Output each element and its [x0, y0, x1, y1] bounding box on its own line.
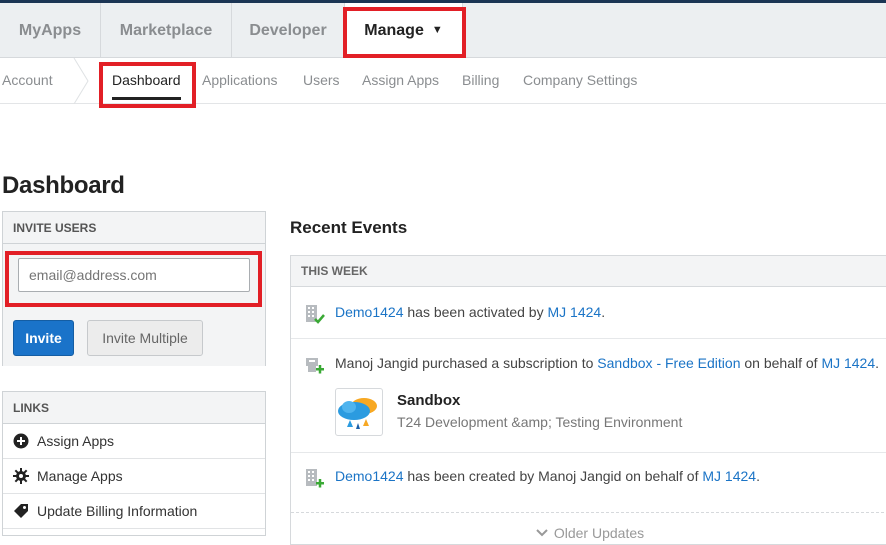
tab-manage[interactable]: Manage ▼ — [345, 3, 463, 58]
event-link-org[interactable]: Demo1424 — [335, 304, 404, 320]
gear-icon — [13, 468, 29, 484]
divider — [291, 338, 886, 339]
invite-multiple-button[interactable]: Invite Multiple — [87, 320, 203, 356]
this-week-header: THIS WEEK — [291, 256, 886, 287]
invite-button[interactable]: Invite — [13, 320, 74, 356]
event-link-user[interactable]: MJ 1424 — [702, 468, 756, 484]
links-panel: LINKS Assign Apps Manage Apps Update Bil… — [2, 391, 266, 536]
divider — [291, 452, 886, 453]
event-link-org[interactable]: Demo1424 — [335, 468, 404, 484]
subnav-item-account[interactable]: Account — [2, 72, 53, 88]
tab-manage-label: Manage — [364, 22, 424, 39]
link-update-billing-label: Update Billing Information — [37, 503, 198, 519]
building-plus-icon — [306, 469, 324, 488]
breadcrumb-chevron-icon — [73, 58, 89, 104]
link-manage-apps-label: Manage Apps — [37, 468, 123, 484]
tab-developer[interactable]: Developer — [232, 3, 345, 58]
subnav-item-applications[interactable]: Applications — [202, 72, 278, 88]
event-text-end: . — [601, 304, 606, 320]
sub-navigation: Account Dashboard Applications Users Ass… — [0, 58, 886, 104]
top-navigation: MyApps Marketplace Developer Manage ▼ — [0, 3, 886, 58]
email-input[interactable] — [18, 258, 250, 292]
building-check-icon — [306, 305, 325, 324]
link-assign-apps[interactable]: Assign Apps — [3, 424, 265, 459]
recent-events-title: Recent Events — [290, 218, 408, 237]
links-header: LINKS — [3, 392, 265, 424]
event-link-subscription[interactable]: Sandbox - Free Edition — [597, 355, 740, 371]
event-link-user[interactable]: MJ 1424 — [548, 304, 602, 320]
event-text: on behalf of — [740, 355, 822, 371]
event-text: has been created by Manoj Jangid on beha… — [403, 468, 703, 484]
active-tab-underline — [112, 97, 181, 100]
link-update-billing[interactable]: Update Billing Information — [3, 494, 265, 529]
plus-circle-icon — [13, 433, 29, 449]
invite-users-header: INVITE USERS — [3, 212, 265, 244]
subnav-item-users[interactable]: Users — [303, 72, 340, 88]
event-text-end: . — [756, 468, 760, 484]
subnav-item-billing[interactable]: Billing — [462, 72, 499, 88]
app-description: T24 Development &amp; Testing Environmen… — [397, 414, 683, 430]
tab-myapps[interactable]: MyApps — [0, 3, 101, 58]
event-link-user[interactable]: MJ 1424 — [821, 355, 875, 371]
subnav-item-assign-apps[interactable]: Assign Apps — [362, 72, 439, 88]
event-text-end: . — [875, 355, 880, 371]
app-name[interactable]: Sandbox — [397, 392, 460, 409]
older-updates-button[interactable]: Older Updates — [291, 512, 886, 541]
subnav-item-dashboard[interactable]: Dashboard — [112, 72, 181, 88]
link-manage-apps[interactable]: Manage Apps — [3, 459, 265, 494]
link-assign-apps-label: Assign Apps — [37, 433, 115, 449]
event-text: has been activated by — [403, 304, 548, 320]
register-plus-icon — [306, 358, 324, 374]
cloud-logo-icon — [338, 398, 377, 429]
subnav-item-company-settings[interactable]: Company Settings — [523, 72, 637, 88]
older-updates-label: Older Updates — [553, 525, 645, 541]
tab-marketplace[interactable]: Marketplace — [101, 3, 232, 58]
event-text-start: Manoj Jangid purchased a subscription to — [335, 355, 598, 371]
page-title: Dashboard — [2, 172, 125, 199]
chevron-down-icon — [536, 529, 548, 537]
tag-icon — [14, 504, 28, 518]
invite-users-panel: INVITE USERS Invite Invite Multiple — [2, 211, 266, 366]
app-logo[interactable] — [335, 388, 383, 436]
recent-events-panel: THIS WEEK Demo1424 has been activated by… — [290, 255, 886, 545]
caret-down-icon: ▼ — [431, 24, 443, 36]
